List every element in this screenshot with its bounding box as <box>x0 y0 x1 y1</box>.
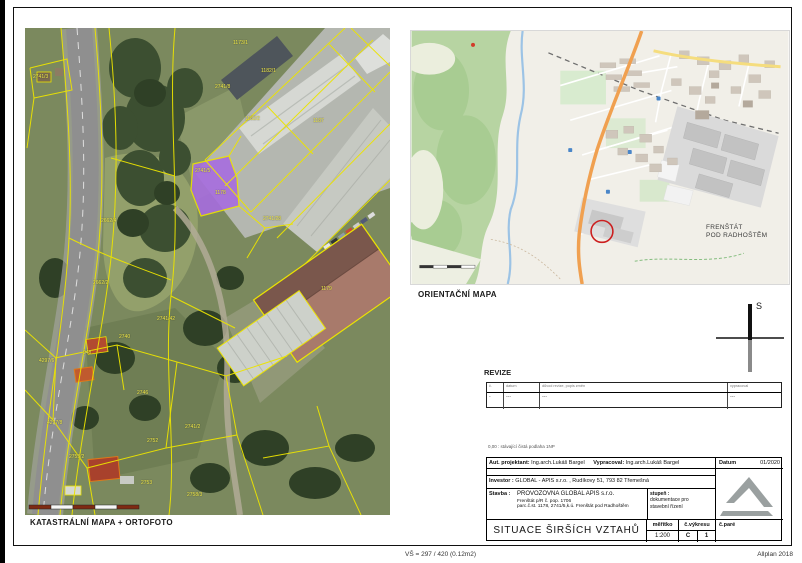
scale-value: 1:200 <box>647 531 678 542</box>
title-block-right-column: Datum 01/2020 č.paré <box>715 458 783 542</box>
orientation-map-caption: ORIENTAČNÍ MAPA <box>418 290 497 299</box>
title-block: Aut. projektant: Ing.arch.Lukáš Bargel V… <box>486 457 782 541</box>
revisions-table: č. datum důvod revize, popis změn vyprac… <box>486 382 782 408</box>
parcel-label: 1178 <box>215 190 226 196</box>
stupen-cell: stupeň : dokumentace pro stavební řízení <box>647 489 715 520</box>
drawing-number-label: č.výkresu <box>679 520 715 531</box>
revisions-title: REVIZE <box>484 368 511 377</box>
stavba-line3: parc.č.st. 1178, 2741/5,k.ú. Frenštát po… <box>517 504 645 510</box>
north-label: S <box>756 301 762 311</box>
parcel-label: 1187 <box>313 118 324 124</box>
rev-val-desc: --- <box>539 393 727 409</box>
drawing-title: SITUACE ŠIRŠÍCH VZTAHŮ <box>487 520 646 542</box>
investor-label: Investor : <box>489 478 514 484</box>
date-value: 01/2020 <box>760 460 780 467</box>
rev-val-date: --- <box>503 393 539 409</box>
investor-value: GLOBAL - APIS s.r.o. , Rudíkovy 51, 793 … <box>515 478 649 484</box>
rev-col-desc: důvod revize, popis změn <box>539 383 727 392</box>
parcel-label: 2741/42 <box>157 316 175 322</box>
architect-logo-icon <box>716 469 782 518</box>
north-arrow <box>712 300 792 376</box>
parcel-label: 2755/2 <box>69 454 84 460</box>
parcel-label: 2758/3 <box>187 492 202 498</box>
date-label: Datum <box>719 460 736 466</box>
parcel-label: 2662/4 <box>101 218 116 224</box>
aut-projektant-label: Aut. projektant: <box>489 460 530 466</box>
drawing-number-letter: C <box>679 531 697 542</box>
parcel-label: 2753 <box>141 480 152 486</box>
designer-row: Aut. projektant: Ing.arch.Lukáš Bargel V… <box>487 458 715 469</box>
rev-col-author: vypracoval <box>727 383 783 392</box>
stavba-line1: PROVOZOVNA GLOBAL APIS s.r.o. <box>517 491 645 499</box>
investor-row: Investor : GLOBAL - APIS s.r.o. , Rudíko… <box>487 476 715 489</box>
scale-cell: měřítko 1:200 <box>646 520 678 542</box>
parcel-label: 2740 <box>119 334 130 340</box>
empty-row <box>487 469 715 476</box>
parcel-label: 2741/8 <box>215 84 230 90</box>
aut-projektant-value: Ing.arch.Lukáš Bargel <box>531 460 585 466</box>
pare-cell: č.paré <box>716 520 783 542</box>
parcel-label: 1182/1 <box>261 68 276 74</box>
parcel-label: 4297/6 <box>39 358 54 364</box>
parcel-label: 2746 <box>137 390 148 396</box>
parcel-label: 1182/2 <box>245 116 260 122</box>
orientation-map: FRENŠTÁT POD RADHOŠTĚM <box>410 30 790 285</box>
parcel-label: 2741/5 <box>195 168 210 174</box>
date-cell: Datum 01/2020 <box>716 458 783 469</box>
parcel-label: 2752 <box>147 438 158 444</box>
drawing-number-cell: č.výkresu C 1 <box>678 520 715 542</box>
revisions-data-row: - --- --- --- <box>487 393 781 409</box>
rev-val-number: - <box>487 393 503 409</box>
parcel-label: 2741/3 <box>33 74 48 80</box>
stavba-cell: Stavba : PROVOZOVNA GLOBAL APIS s.r.o. F… <box>487 489 647 520</box>
stupen-line2: stavební řízení <box>650 504 713 510</box>
parcel-label: 948 <box>83 350 91 356</box>
parcel-label: 2741/28 <box>263 216 281 222</box>
cadastral-map-caption: KATASTRÁLNÍ MAPA + ORTOFOTO <box>30 518 173 527</box>
parcel-label: 2662/2 <box>93 280 108 286</box>
sheet-format-text: VŠ = 297 / 420 (0.12m2) <box>405 551 476 558</box>
vypracoval-value: Ing.arch.Lukáš Bargel <box>626 460 680 466</box>
drawing-sheet: 2741/3 1173/1 1182/1 2741/8 1182/2 1187 2741/5… <box>0 0 802 563</box>
vypracoval-label: Vypracoval: <box>593 460 624 466</box>
logo-cell <box>716 469 783 520</box>
parcel-labels-overlay: 2741/3 1173/1 1182/1 2741/8 1182/2 1187 2741/5… <box>25 28 390 515</box>
stavba-label: Stavba : <box>489 491 510 498</box>
floor-level-note: 0,00 : stávající čistá podlaha 1NP <box>488 444 555 449</box>
omap-scale-bar <box>419 265 475 268</box>
cad-software-text: Allplan 2018 <box>757 551 793 558</box>
cadastral-map: 2741/3 1173/1 1182/1 2741/8 1182/2 1187 2741/5… <box>25 28 390 515</box>
place-label: FRENŠTÁT POD RADHOŠTĚM <box>706 224 767 240</box>
revisions-header-row: č. datum důvod revize, popis změn vyprac… <box>487 383 781 393</box>
parcel-label: 1173/1 <box>233 40 248 46</box>
rev-col-number: č. <box>487 383 503 392</box>
parcel-label: 2741/2 <box>185 424 200 430</box>
orientation-map-image <box>410 30 790 285</box>
parcel-label: 4297/8 <box>47 420 62 426</box>
drawing-number-value: 1 <box>697 531 715 542</box>
scale-label: měřítko <box>647 520 678 531</box>
rev-col-date: datum <box>503 383 539 392</box>
rev-val-author: --- <box>727 393 783 409</box>
parcel-label: 1179 <box>321 286 332 292</box>
page-left-edge <box>0 0 5 563</box>
